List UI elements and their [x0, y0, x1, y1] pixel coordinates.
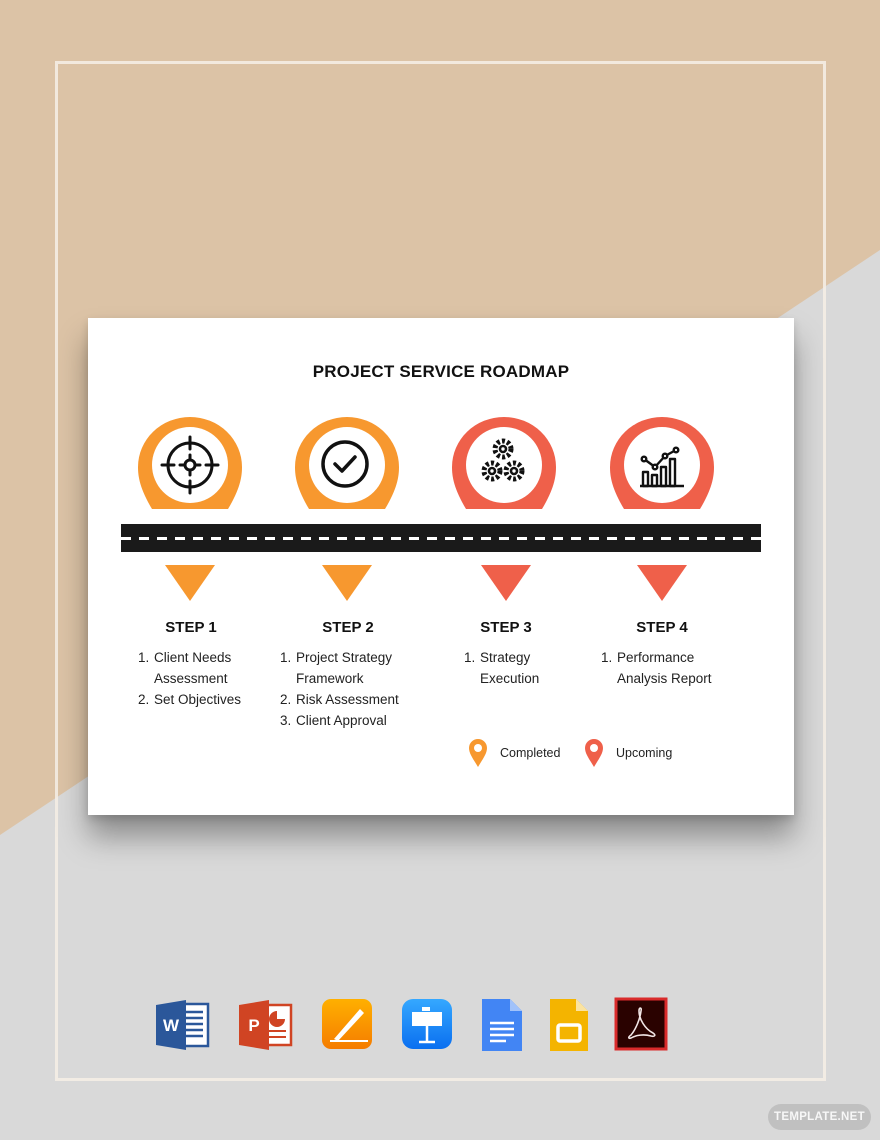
checkmark-circle-icon [295, 417, 399, 509]
step-3-pin [452, 417, 556, 509]
gears-icon [452, 417, 556, 509]
map-pin-upcoming-icon [585, 739, 603, 767]
map-pin-completed-icon [469, 739, 487, 767]
list-item: 1. Strategy Execution [464, 650, 540, 686]
roadmap-document: PROJECT SERVICE ROADMAP STEP 1 STEP 2 ST… [88, 318, 794, 815]
step-2-title: STEP 2 [322, 619, 374, 636]
list-item: 1. Client Needs Assessment [138, 650, 232, 686]
step-1-pin [138, 417, 242, 509]
step-1-title: STEP 1 [165, 619, 217, 636]
svg-text:W: W [163, 1016, 180, 1035]
step-3-title: STEP 3 [480, 619, 532, 636]
document-title: PROJECT SERVICE ROADMAP [312, 362, 570, 381]
list-item: 2. Set Objectives [138, 692, 242, 707]
format-icons: W P [0, 997, 880, 1053]
pages-icon[interactable] [320, 997, 376, 1053]
list-item: 2. Risk Assessment [280, 692, 399, 707]
template-net-badge[interactable]: TEMPLATE.NET [768, 1104, 871, 1130]
list-item: 3. Client Approval [280, 713, 387, 728]
legend-upcoming: Upcoming [584, 738, 672, 768]
step-4-list: 1. Performance Analysis Report [601, 647, 712, 689]
step-4-marker [637, 565, 687, 601]
step-4-title: STEP 4 [636, 619, 688, 636]
legend-label: Upcoming [616, 746, 673, 760]
powerpoint-icon[interactable]: P [237, 997, 293, 1053]
list-item: 1. Performance Analysis Report [601, 650, 712, 686]
list-item: 1. Project Strategy Framework [280, 650, 393, 686]
road-lane-marking [121, 537, 761, 540]
adobe-pdf-icon[interactable] [614, 997, 670, 1053]
growth-chart-icon [610, 417, 714, 509]
google-slides-icon[interactable] [546, 997, 602, 1053]
step-2-list: 1. Project Strategy Framework 2. Risk Asses… [280, 647, 399, 731]
step-1-marker [165, 565, 215, 601]
step-1-list: 1. Client Needs Assessment 2. Set Objective… [138, 647, 241, 710]
google-docs-icon[interactable] [476, 997, 532, 1053]
legend-label: Completed [500, 746, 561, 760]
word-icon[interactable]: W [154, 997, 210, 1053]
step-4-pin [610, 417, 714, 509]
target-icon [138, 417, 242, 509]
step-2-pin [295, 417, 399, 509]
svg-text:P: P [248, 1016, 259, 1035]
roadmap-road [121, 524, 761, 552]
step-3-list: 1. Strategy Execution [464, 647, 539, 689]
legend-completed: Completed [468, 738, 560, 768]
step-2-marker [322, 565, 372, 601]
keynote-icon[interactable] [400, 997, 456, 1053]
step-3-marker [481, 565, 531, 601]
